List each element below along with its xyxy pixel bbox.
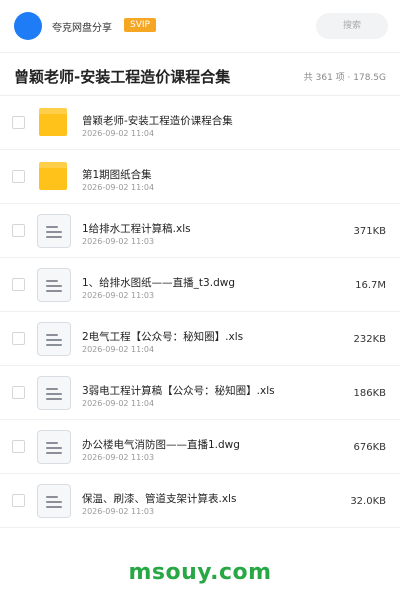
- file-row[interactable]: 第1期图纸合集 2026-09-02 11:04: [0, 150, 400, 204]
- file-row[interactable]: 3弱电工程计算稿【公众号：秘知圈】.xls 2026-09-02 11:04 186…: [0, 366, 400, 420]
- file-date: 2026-09-02 11:04: [82, 399, 155, 408]
- file-size: 16.7M: [355, 280, 386, 291]
- file-list: 曾颖老师-安装工程造价课程合集 2026-09-02 11:04 第1期图纸合集 20…: [0, 96, 400, 528]
- row-checkbox[interactable]: [12, 170, 25, 183]
- file-date: 2026-09-02 11:03: [82, 507, 155, 516]
- document-icon: [37, 268, 71, 302]
- file-size: 232KB: [353, 334, 386, 345]
- file-size: 676KB: [353, 442, 386, 453]
- file-size: 371KB: [353, 226, 386, 237]
- top-bar: 夸克网盘分享 SVIP 搜索: [0, 0, 400, 52]
- row-checkbox[interactable]: [12, 494, 25, 507]
- row-checkbox[interactable]: [12, 278, 25, 291]
- file-size: 186KB: [353, 388, 386, 399]
- file-date: 2026-09-02 11:04: [82, 345, 155, 354]
- avatar[interactable]: [14, 12, 42, 40]
- file-name[interactable]: 保温、刷漆、管道支架计算表.xls: [82, 491, 236, 506]
- page-title: 曾颖老师-安装工程造价课程合集: [14, 68, 231, 86]
- file-row[interactable]: 1给排水工程计算稿.xls 2026-09-02 11:03 371KB: [0, 204, 400, 258]
- file-name[interactable]: 3弱电工程计算稿【公众号：秘知圈】.xls: [82, 383, 275, 398]
- file-name[interactable]: 1给排水工程计算稿.xls: [82, 221, 191, 236]
- search-input[interactable]: 搜索: [316, 13, 388, 39]
- row-checkbox[interactable]: [12, 224, 25, 237]
- share-owner-name: 夸克网盘分享: [52, 23, 112, 34]
- document-icon: [37, 484, 71, 518]
- document-icon: [37, 214, 71, 248]
- file-name[interactable]: 1、给排水图纸——直播_t3.dwg: [82, 275, 235, 290]
- svip-badge: SVIP: [124, 18, 156, 32]
- file-date: 2026-09-02 11:04: [82, 129, 155, 138]
- document-icon: [37, 376, 71, 410]
- file-name[interactable]: 办公楼电气消防图——直播1.dwg: [82, 437, 240, 452]
- file-row[interactable]: 2电气工程【公众号：秘知圈】.xls 2026-09-02 11:04 232KB: [0, 312, 400, 366]
- folder-icon: [37, 160, 71, 194]
- file-date: 2026-09-02 11:04: [82, 183, 155, 192]
- row-checkbox[interactable]: [12, 386, 25, 399]
- file-name[interactable]: 2电气工程【公众号：秘知圈】.xls: [82, 329, 243, 344]
- row-checkbox[interactable]: [12, 332, 25, 345]
- file-name[interactable]: 第1期图纸合集: [82, 167, 152, 182]
- document-icon: [37, 430, 71, 464]
- file-size: 32.0KB: [350, 496, 386, 507]
- file-date: 2026-09-02 11:03: [82, 291, 155, 300]
- document-icon: [37, 322, 71, 356]
- file-name[interactable]: 曾颖老师-安装工程造价课程合集: [82, 113, 233, 128]
- file-row[interactable]: 办公楼电气消防图——直播1.dwg 2026-09-02 11:03 676KB: [0, 420, 400, 474]
- folder-icon: [37, 106, 71, 140]
- header-divider: [0, 52, 400, 53]
- row-checkbox[interactable]: [12, 116, 25, 129]
- file-row[interactable]: 保温、刷漆、管道支架计算表.xls 2026-09-02 11:03 32.0KB: [0, 474, 400, 528]
- watermark-text: msouy.com: [128, 560, 272, 585]
- folder-stats: 共 361 项 · 178.5G: [303, 73, 386, 83]
- file-date: 2026-09-02 11:03: [82, 237, 155, 246]
- file-date: 2026-09-02 11:03: [82, 453, 155, 462]
- file-row[interactable]: 曾颖老师-安装工程造价课程合集 2026-09-02 11:04: [0, 96, 400, 150]
- file-row[interactable]: 1、给排水图纸——直播_t3.dwg 2026-09-02 11:03 16.7M: [0, 258, 400, 312]
- row-checkbox[interactable]: [12, 440, 25, 453]
